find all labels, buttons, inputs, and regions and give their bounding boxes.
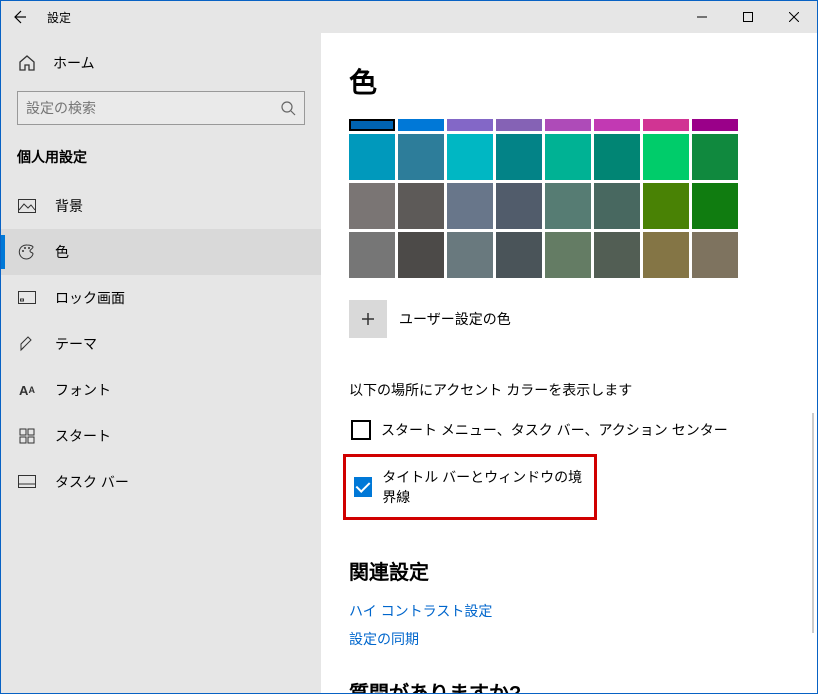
color-swatch[interactable]: [545, 183, 591, 229]
search-box[interactable]: [17, 91, 305, 125]
nav-label: ロック画面: [55, 288, 125, 308]
color-swatch[interactable]: [545, 134, 591, 180]
question-header: 質問がありますか?: [349, 677, 817, 693]
lockscreen-icon: [17, 288, 37, 308]
nav-label: フォント: [55, 380, 111, 400]
nav-label: 背景: [55, 196, 83, 216]
nav-label: テーマ: [55, 334, 97, 354]
color-swatch[interactable]: [692, 134, 738, 180]
link-high-contrast[interactable]: ハイ コントラスト設定: [349, 601, 817, 621]
related-settings-header: 関連設定: [349, 556, 817, 585]
color-swatch[interactable]: [349, 119, 395, 131]
color-swatch[interactable]: [594, 134, 640, 180]
nav-colors[interactable]: 色: [1, 229, 321, 275]
nav-label: スタート: [55, 426, 111, 446]
nav-background[interactable]: 背景: [1, 183, 321, 229]
theme-icon: [17, 334, 37, 354]
color-swatch[interactable]: [594, 232, 640, 278]
accent-description: 以下の場所にアクセント カラーを表示します: [349, 380, 817, 400]
color-swatch[interactable]: [349, 232, 395, 278]
start-icon: [17, 426, 37, 446]
checkbox-icon: [351, 420, 371, 440]
settings-window: 設定 ホーム 個人用設定 背景: [0, 0, 818, 694]
back-button[interactable]: [7, 5, 31, 29]
minimize-button[interactable]: [679, 1, 725, 33]
link-sync-settings[interactable]: 設定の同期: [349, 629, 817, 649]
font-icon: AA: [17, 380, 37, 400]
nav-themes[interactable]: テーマ: [1, 321, 321, 367]
color-swatch[interactable]: [496, 119, 542, 131]
search-input[interactable]: [18, 100, 272, 116]
nav-lockscreen[interactable]: ロック画面: [1, 275, 321, 321]
checkbox-icon: [354, 477, 372, 497]
color-swatch[interactable]: [643, 119, 689, 131]
sidebar-nav: 背景 色 ロック画面 テーマ AA フォント: [1, 177, 321, 505]
taskbar-icon: [17, 472, 37, 492]
color-swatch[interactable]: [692, 183, 738, 229]
home-button[interactable]: ホーム: [1, 45, 321, 81]
maximize-button[interactable]: [725, 1, 771, 33]
window-title: 設定: [47, 9, 71, 26]
color-swatch[interactable]: [398, 232, 444, 278]
color-swatch[interactable]: [447, 119, 493, 131]
color-swatch[interactable]: [447, 232, 493, 278]
sidebar-section-header: 個人用設定: [1, 143, 321, 177]
color-swatch[interactable]: [692, 119, 738, 131]
color-swatch[interactable]: [594, 183, 640, 229]
color-swatch[interactable]: [692, 232, 738, 278]
color-swatch[interactable]: [545, 232, 591, 278]
color-swatch[interactable]: [643, 134, 689, 180]
nav-start[interactable]: スタート: [1, 413, 321, 459]
checkbox-titlebar[interactable]: タイトル バーとウィンドウの境界線: [352, 461, 588, 513]
checkbox-start-taskbar[interactable]: スタート メニュー、タスク バー、アクション センター: [349, 414, 817, 446]
highlight-box: タイトル バーとウィンドウの境界線: [343, 454, 597, 520]
color-swatch[interactable]: [496, 183, 542, 229]
titlebar: 設定: [1, 1, 817, 33]
color-swatch[interactable]: [496, 134, 542, 180]
color-palette: [349, 119, 817, 278]
color-swatch[interactable]: [643, 183, 689, 229]
home-icon: [17, 53, 37, 73]
custom-color-label: ユーザー設定の色: [399, 309, 511, 329]
checkbox-label: スタート メニュー、タスク バー、アクション センター: [381, 420, 728, 440]
color-swatch[interactable]: [643, 232, 689, 278]
nav-label: タスク バー: [55, 472, 129, 492]
color-swatch[interactable]: [496, 232, 542, 278]
color-swatch[interactable]: [594, 119, 640, 131]
sidebar: ホーム 個人用設定 背景 色 ロック画面: [1, 33, 321, 693]
scrollbar[interactable]: [812, 413, 814, 633]
color-swatch[interactable]: [447, 134, 493, 180]
nav-taskbar[interactable]: タスク バー: [1, 459, 321, 505]
search-icon: [272, 100, 304, 116]
color-swatch[interactable]: [349, 183, 395, 229]
custom-color-button[interactable]: [349, 300, 387, 338]
color-swatch[interactable]: [398, 183, 444, 229]
close-button[interactable]: [771, 1, 817, 33]
checkbox-label: タイトル バーとウィンドウの境界線: [382, 467, 586, 507]
content-area: 色 ユーザー設定の色 以下の場所にアクセント カラーを表示します スタート メニ…: [321, 33, 817, 693]
color-swatch[interactable]: [447, 183, 493, 229]
color-swatch[interactable]: [398, 119, 444, 131]
palette-icon: [17, 242, 37, 262]
nav-label: 色: [55, 242, 69, 262]
page-title: 色: [349, 61, 817, 101]
color-swatch[interactable]: [545, 119, 591, 131]
color-swatch[interactable]: [349, 134, 395, 180]
home-label: ホーム: [53, 53, 95, 73]
picture-icon: [17, 196, 37, 216]
nav-fonts[interactable]: AA フォント: [1, 367, 321, 413]
color-swatch[interactable]: [398, 134, 444, 180]
